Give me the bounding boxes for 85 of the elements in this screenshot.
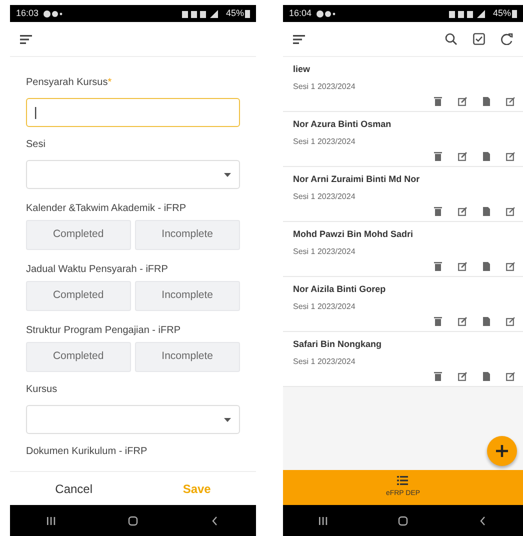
edit-icon[interactable]	[506, 96, 515, 106]
recent-apps-icon[interactable]	[46, 516, 56, 526]
edit-icon[interactable]	[458, 316, 467, 326]
trash-icon[interactable]	[434, 316, 442, 326]
home-icon[interactable]	[398, 516, 408, 526]
document-icon[interactable]	[483, 152, 490, 160]
item-session: Sesi 1 2023/2024	[293, 136, 356, 148]
list-item[interactable]: liew Sesi 1 2023/2024	[283, 57, 523, 112]
document-icon[interactable]	[483, 262, 490, 270]
battery-icon	[512, 10, 517, 18]
toggle-option[interactable]: Incomplete	[134, 220, 240, 250]
input-field[interactable]	[26, 98, 240, 127]
item-name: Nor Azura Binti Osman	[293, 118, 392, 131]
plus-icon	[496, 445, 508, 457]
status-icons	[42, 10, 63, 18]
trash-icon[interactable]	[434, 152, 442, 160]
edit-icon[interactable]	[458, 262, 467, 270]
battery-level: 45%	[492, 6, 511, 20]
item-session: Sesi 1 2023/2024	[293, 246, 356, 258]
caret-icon	[224, 172, 231, 176]
list-item[interactable]: Nor Arni Zuraimi Binti Md Nor Sesi 1 2023/2024	[283, 167, 523, 222]
list-item[interactable]: Mohd Pawzi Bin Mohd Sadri Sesi 1 2023/2024	[283, 222, 523, 277]
item-session: Sesi 1 2023/2024	[293, 356, 356, 368]
field-label: Pensyarah Kursus	[26, 77, 108, 88]
field-label: Sesi	[26, 139, 46, 150]
status-time: 16:03	[16, 6, 39, 20]
item-name: Safari Bin Nongkang	[293, 338, 383, 351]
cancel-button[interactable]: Cancel	[10, 472, 138, 505]
edit-icon[interactable]	[506, 152, 515, 160]
field-label: Jadual Waktu Pensyarah - iFRP	[26, 263, 169, 277]
required-mark: *	[108, 77, 112, 88]
battery-icon	[245, 10, 250, 18]
edit-icon[interactable]	[506, 372, 515, 380]
list-icon	[397, 476, 408, 485]
trash-icon[interactable]	[434, 206, 442, 216]
add-button[interactable]	[487, 436, 517, 466]
trash-icon[interactable]	[434, 372, 442, 380]
document-icon[interactable]	[483, 316, 490, 326]
toggle-option[interactable]: Incomplete	[134, 342, 240, 372]
menu-icon[interactable]	[20, 34, 32, 44]
edit-icon[interactable]	[506, 316, 515, 326]
status-time: 16:04	[289, 6, 312, 20]
item-session: Sesi 1 2023/2024	[293, 190, 356, 202]
list-item[interactable]: Safari Bin Nongkang Sesi 1 2023/2024	[283, 332, 523, 387]
trash-icon[interactable]	[434, 96, 442, 106]
field-label: Kalender &Takwim Akademik - iFRP	[26, 202, 188, 216]
dropdown-field[interactable]	[26, 405, 240, 434]
status-icons	[316, 10, 336, 18]
checkbox-icon[interactable]	[473, 33, 485, 45]
menu-icon[interactable]	[293, 34, 305, 44]
toggle-option[interactable]: Completed	[26, 220, 131, 250]
battery-level: 45%	[226, 6, 244, 20]
toggle-option[interactable]: Completed	[26, 281, 131, 311]
document-icon[interactable]	[483, 96, 490, 106]
section-label: Dokumen Kurikulum - iFRP	[26, 445, 148, 459]
toggle-option[interactable]: Incomplete	[134, 281, 240, 311]
caret-icon	[224, 418, 231, 422]
recent-apps-icon[interactable]	[318, 516, 328, 526]
edit-icon[interactable]	[458, 96, 467, 106]
list-item[interactable]: Nor Aizila Binti Gorep Sesi 1 2023/2024	[283, 277, 523, 332]
item-name: liew	[293, 63, 312, 76]
back-icon[interactable]	[210, 516, 220, 526]
trash-icon[interactable]	[434, 262, 442, 270]
edit-icon[interactable]	[506, 206, 515, 216]
toggle-option[interactable]: Completed	[26, 342, 131, 372]
item-name: Nor Aizila Binti Gorep	[293, 283, 387, 296]
edit-icon[interactable]	[458, 206, 467, 216]
item-name: Mohd Pawzi Bin Mohd Sadri	[293, 228, 414, 241]
item-session: Sesi 1 2023/2024	[293, 300, 356, 312]
edit-icon[interactable]	[506, 262, 515, 270]
item-name: Nor Arni Zuraimi Binti Md Nor	[293, 173, 421, 186]
document-icon[interactable]	[483, 206, 490, 216]
list-item[interactable]: Nor Azura Binti Osman Sesi 1 2023/2024	[283, 112, 523, 167]
edit-icon[interactable]	[458, 152, 467, 160]
field-label: Kursus	[26, 384, 58, 395]
edit-icon[interactable]	[458, 372, 467, 380]
back-icon[interactable]	[478, 516, 488, 526]
home-icon[interactable]	[128, 516, 138, 526]
text-cursor-icon	[35, 106, 37, 118]
refresh-icon[interactable]	[501, 33, 513, 45]
dropdown-field[interactable]	[26, 160, 240, 189]
search-icon[interactable]	[445, 33, 457, 45]
field-label: Struktur Program Pengajian - iFRP	[26, 324, 182, 338]
document-icon[interactable]	[483, 372, 490, 380]
item-session: Sesi 1 2023/2024	[293, 80, 356, 92]
